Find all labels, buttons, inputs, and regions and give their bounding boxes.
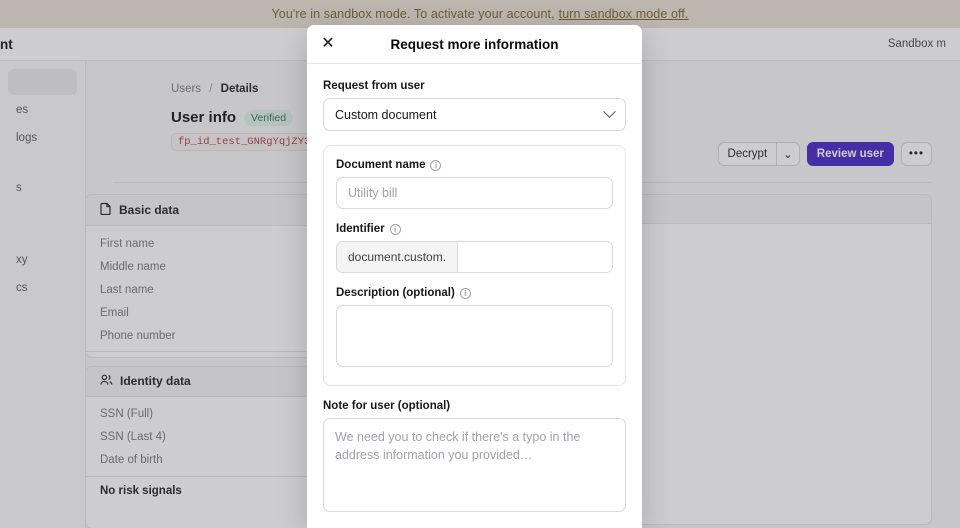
info-icon[interactable]: i [460, 288, 471, 299]
request-type-selected-value: Custom document [335, 108, 436, 122]
app-root: You're in sandbox mode. To activate your… [0, 0, 960, 528]
description-textarea[interactable] [336, 305, 613, 367]
request-more-information-dialog: ✕ Request more information Request from … [307, 25, 642, 528]
identifier-input[interactable] [458, 242, 613, 272]
close-icon[interactable]: ✕ [319, 35, 337, 53]
identifier-field-group: document.custom. [336, 241, 613, 273]
description-label: Description (optional) i [336, 287, 613, 299]
custom-document-fields: Document name i Identifier i document.cu… [323, 145, 626, 386]
document-name-input[interactable] [336, 177, 613, 209]
identifier-label: Identifier i [336, 223, 613, 235]
dialog-title: Request more information [307, 37, 642, 52]
request-type-select[interactable]: Custom document [323, 98, 626, 131]
note-for-user-label-text: Note for user (optional) [323, 400, 450, 412]
identifier-prefix: document.custom. [337, 242, 458, 272]
info-icon[interactable]: i [430, 160, 441, 171]
request-from-user-label: Request from user [323, 80, 626, 92]
chevron-down-icon [603, 105, 616, 118]
note-for-user-label: Note for user (optional) [323, 400, 626, 412]
identifier-label-text: Identifier [336, 223, 385, 235]
info-icon[interactable]: i [390, 224, 401, 235]
note-for-user-textarea[interactable] [323, 418, 626, 512]
document-name-label: Document name i [336, 159, 613, 171]
description-label-text: Description (optional) [336, 287, 455, 299]
dialog-header: ✕ Request more information [307, 25, 642, 64]
request-from-user-label-text: Request from user [323, 80, 425, 92]
dialog-body: Request from user Custom document Docume… [307, 64, 642, 528]
document-name-label-text: Document name [336, 159, 425, 171]
